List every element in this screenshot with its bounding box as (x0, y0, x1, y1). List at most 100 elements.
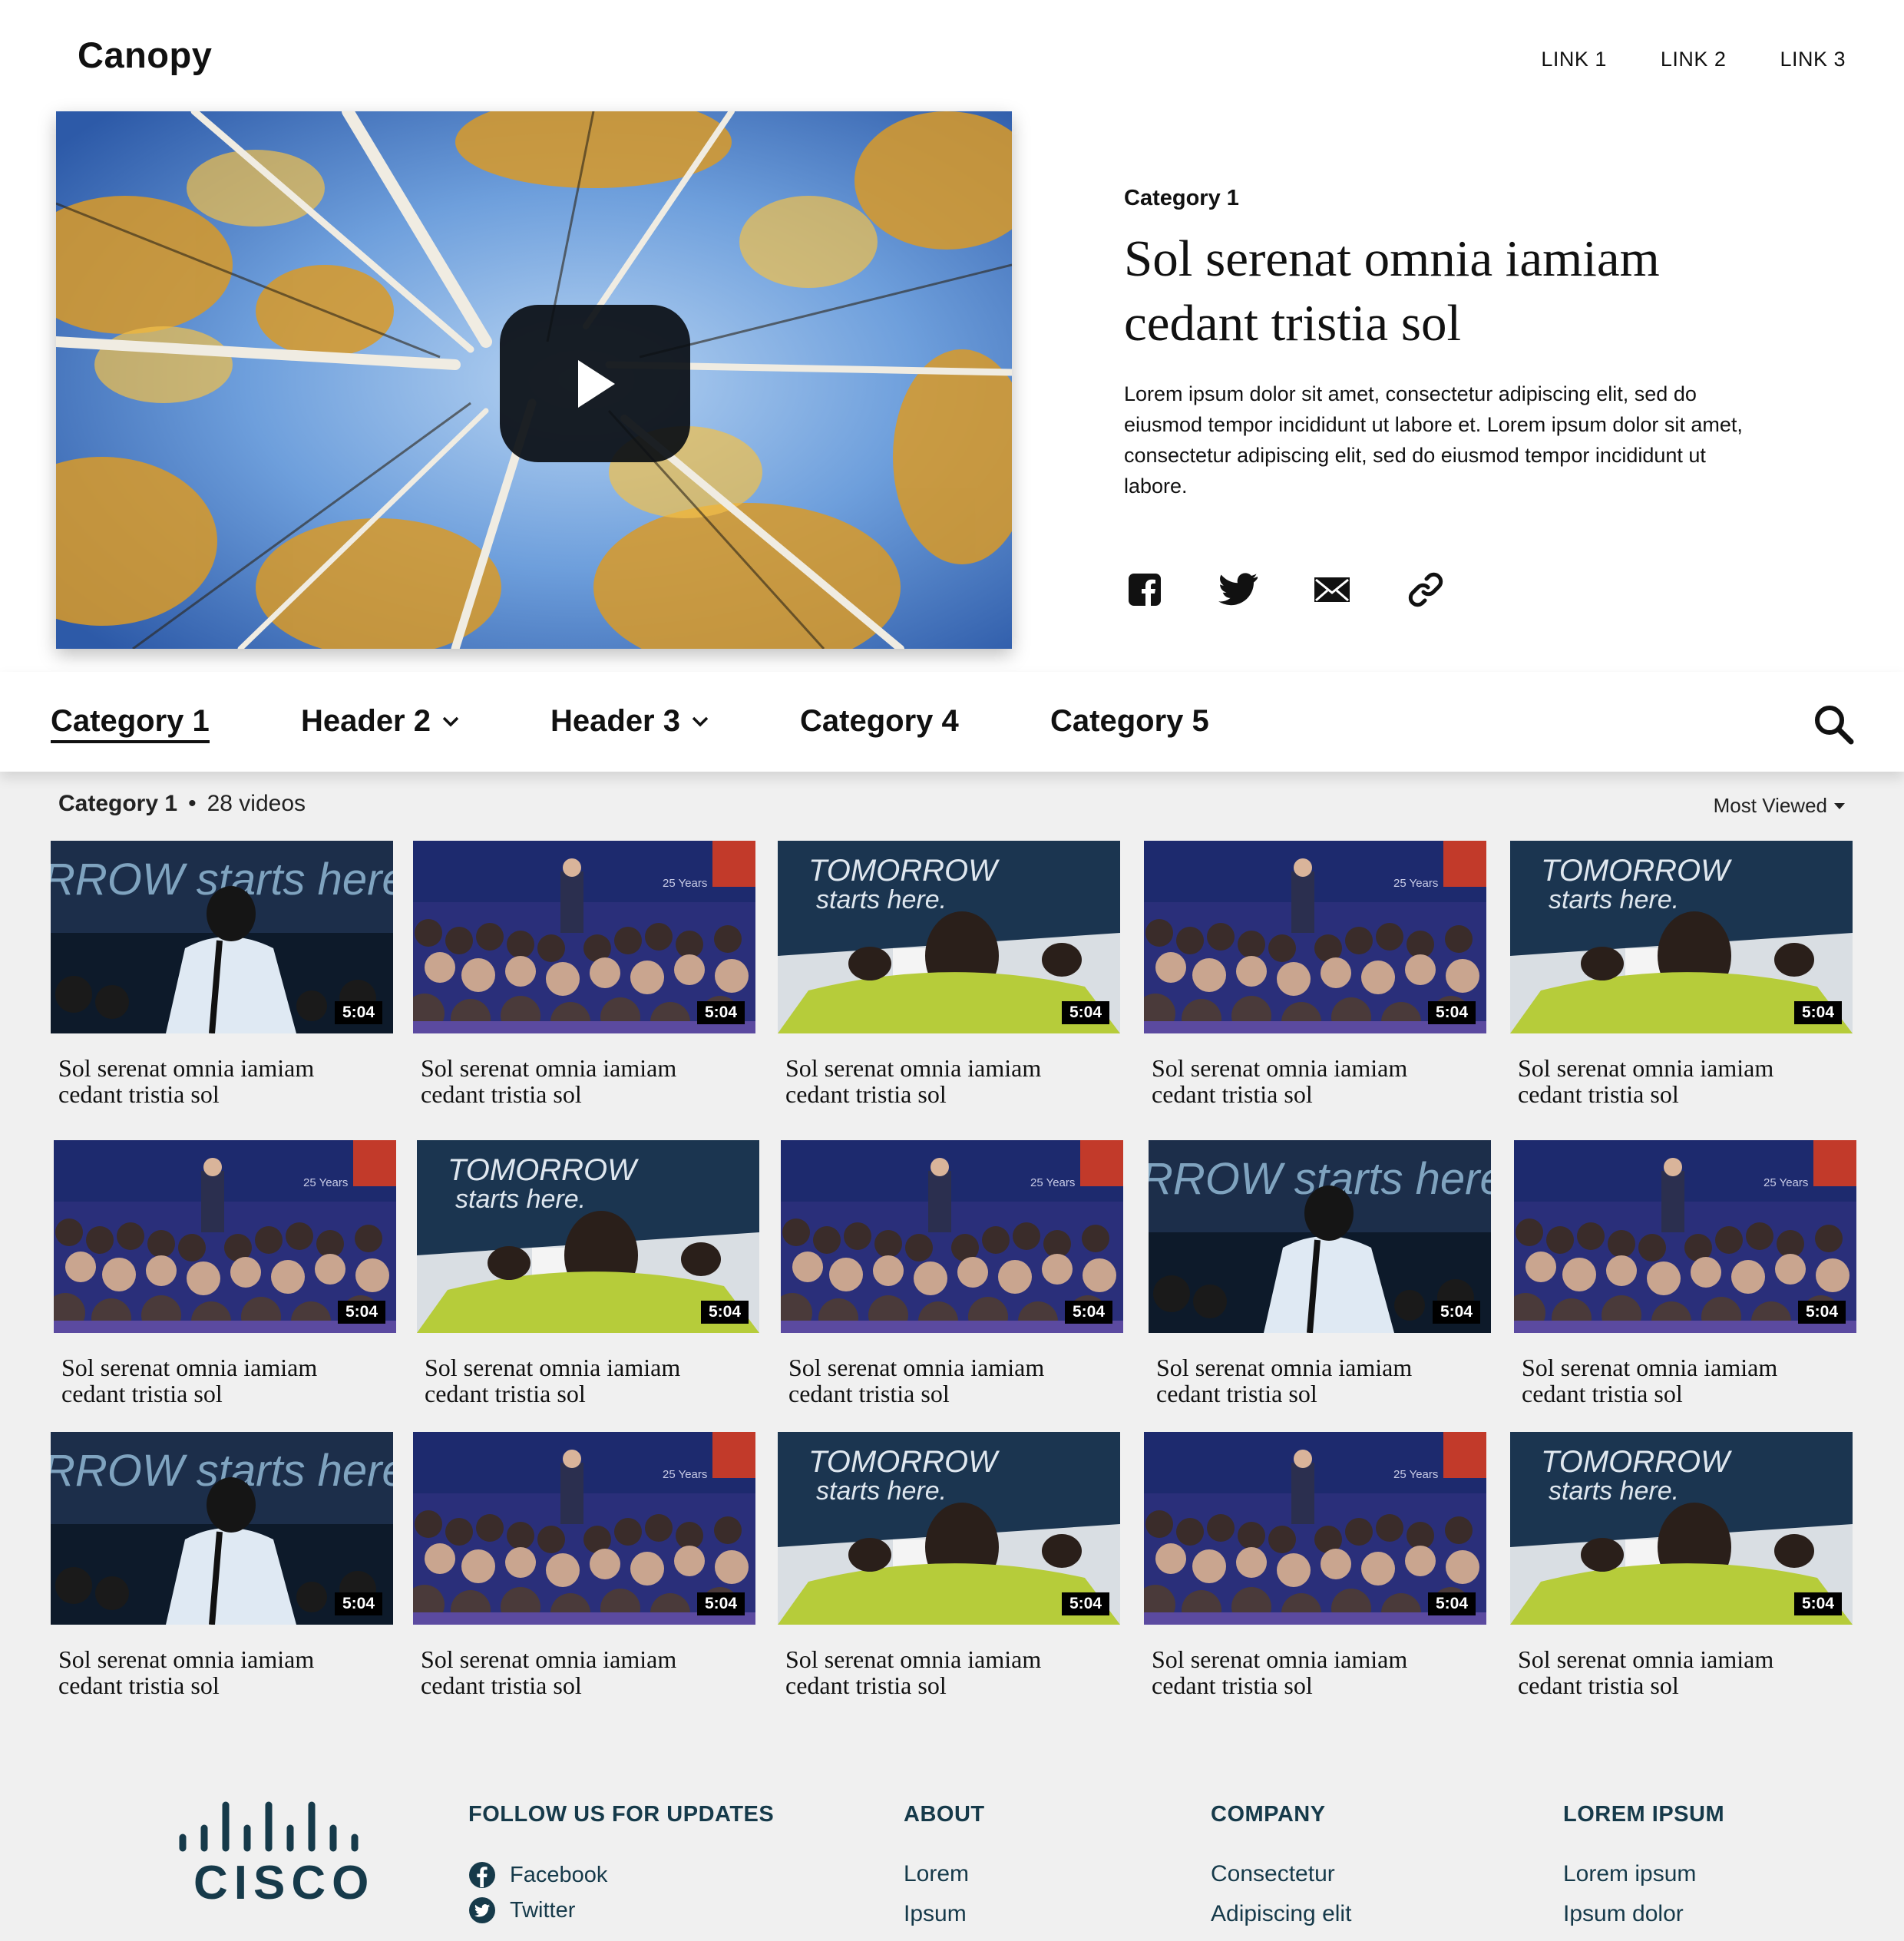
video-card[interactable]: 25 Years 5:04 Sol serenat omnia iamiam ced… (1144, 1432, 1486, 1698)
video-card[interactable]: TOMORROW starts here. 5:04 Sol serenat omni… (417, 1140, 759, 1407)
video-card[interactable]: 25 Years 5:04 Sol serenat omnia iamiam ced… (1144, 841, 1486, 1107)
video-title[interactable]: Sol serenat omnia iamiam cedant tristia … (421, 1646, 728, 1698)
link-icon[interactable] (1405, 569, 1446, 610)
hero-video-player[interactable] (56, 111, 1012, 649)
video-title[interactable]: Sol serenat omnia iamiam cedant tristia … (1152, 1646, 1459, 1698)
video-duration: 5:04 (1793, 1001, 1842, 1024)
banner-text-line1: TOMORROW (448, 1153, 639, 1187)
cisco-logo[interactable]: CISCO (177, 1800, 369, 1910)
video-thumbnail[interactable]: 25 Years 5:04 (54, 1140, 396, 1333)
anniversary-text: 25 Years (663, 877, 707, 890)
hero-category[interactable]: Category 1 (1124, 186, 1784, 211)
video-thumbnail[interactable]: 25 Years 5:04 (413, 841, 755, 1033)
category-nav: Category 1 Header 2 Header 3 Category 4 … (0, 672, 1904, 772)
video-title[interactable]: Sol serenat omnia iamiam cedant tristia … (1522, 1354, 1829, 1407)
facebook-icon[interactable] (1124, 569, 1165, 610)
video-title[interactable]: Sol serenat omnia iamiam cedant tristia … (1152, 1055, 1459, 1107)
facebook-circle-icon (469, 1862, 495, 1888)
video-title[interactable]: Sol serenat omnia iamiam cedant tristia … (788, 1354, 1096, 1407)
nav-category-4[interactable]: Category 4 (800, 704, 959, 739)
video-title[interactable]: Sol serenat omnia iamiam cedant tristia … (58, 1646, 365, 1698)
video-duration: 5:04 (696, 1592, 745, 1615)
video-title[interactable]: Sol serenat omnia iamiam cedant tristia … (1518, 1055, 1825, 1107)
footer-twitter-link[interactable]: Twitter (468, 1896, 774, 1924)
video-title[interactable]: Sol serenat omnia iamiam cedant tristia … (785, 1055, 1092, 1107)
video-card[interactable]: RROW starts here 5:04 Sol serenat omnia ia… (51, 841, 393, 1107)
video-thumbnail[interactable]: RROW starts here 5:04 (1149, 1140, 1491, 1333)
video-thumbnail[interactable]: TOMORROW starts here. 5:04 (1510, 1432, 1853, 1625)
video-thumbnail[interactable]: TOMORROW starts here. 5:04 (1510, 841, 1853, 1033)
video-card[interactable]: 25 Years 5:04 Sol serenat omnia iamiam ced… (781, 1140, 1123, 1407)
video-thumbnail[interactable]: 25 Years 5:04 (413, 1432, 755, 1625)
banner-text-line1: TOMORROW (1541, 854, 1732, 888)
footer-about-heading: ABOUT (904, 1802, 985, 1827)
banner-text-line2: starts here. (455, 1185, 586, 1214)
top-link-2[interactable]: LINK 2 (1661, 48, 1727, 71)
video-card[interactable]: 25 Years 5:04 Sol serenat omnia iamiam ced… (413, 841, 755, 1107)
video-duration: 5:04 (696, 1001, 745, 1024)
video-title[interactable]: Sol serenat omnia iamiam cedant tristia … (1518, 1646, 1825, 1698)
top-link-1[interactable]: LINK 1 (1541, 48, 1607, 71)
top-link-3[interactable]: LINK 3 (1780, 48, 1846, 71)
nav-header-2[interactable]: Header 2 (301, 704, 460, 739)
video-thumbnail[interactable]: TOMORROW starts here. 5:04 (417, 1140, 759, 1333)
video-card[interactable]: 25 Years 5:04 Sol serenat omnia iamiam ced… (413, 1432, 755, 1698)
video-card[interactable]: RROW starts here 5:04 Sol serenat omnia ia… (1149, 1140, 1491, 1407)
footer-lorem-link-2[interactable]: Ipsum dolor (1563, 1901, 1724, 1927)
play-button[interactable] (500, 305, 690, 462)
twitter-circle-icon (469, 1897, 495, 1923)
video-duration: 5:04 (1064, 1301, 1112, 1324)
video-thumbnail[interactable]: 25 Years 5:04 (1144, 1432, 1486, 1625)
video-card[interactable]: TOMORROW starts here. 5:04 Sol serenat omni… (1510, 1432, 1853, 1698)
video-card[interactable]: RROW starts here 5:04 Sol serenat omnia ia… (51, 1432, 393, 1698)
footer-company-link-2[interactable]: Adipiscing elit (1211, 1901, 1351, 1927)
video-title[interactable]: Sol serenat omnia iamiam cedant tristia … (785, 1646, 1092, 1698)
sort-dropdown[interactable]: Most Viewed (1714, 794, 1846, 818)
video-thumbnail[interactable]: TOMORROW starts here. 5:04 (778, 841, 1120, 1033)
banner-text-line2: starts here. (816, 885, 947, 914)
video-thumbnail[interactable]: RROW starts here 5:04 (51, 1432, 393, 1625)
footer-about: ABOUT Lorem Ipsum (904, 1802, 985, 1941)
video-card[interactable]: 25 Years 5:04 Sol serenat omnia iamiam ced… (1514, 1140, 1856, 1407)
nav-header-2-label: Header 2 (301, 704, 431, 738)
chevron-down-icon (442, 716, 459, 726)
video-card[interactable]: TOMORROW starts here. 5:04 Sol serenat omni… (1510, 841, 1853, 1107)
anniversary-text: 25 Years (303, 1176, 348, 1189)
anniversary-text: 25 Years (1393, 877, 1438, 890)
video-card[interactable]: 25 Years 5:04 Sol serenat omnia iamiam ced… (54, 1140, 396, 1407)
twitter-icon[interactable] (1218, 569, 1259, 610)
nav-category-1[interactable]: Category 1 (51, 704, 210, 743)
footer-company: COMPANY Consectetur Adipiscing elit (1211, 1802, 1351, 1941)
video-thumbnail[interactable]: 25 Years 5:04 (1144, 841, 1486, 1033)
top-area: Canopy LINK 1 LINK 2 LINK 3 Category 1 S… (0, 0, 1904, 672)
nav-category-4-label: Category 4 (800, 704, 959, 738)
footer-facebook-link[interactable]: Facebook (468, 1861, 774, 1889)
video-title[interactable]: Sol serenat omnia iamiam cedant tristia … (425, 1354, 732, 1407)
video-duration: 5:04 (334, 1001, 382, 1024)
video-thumbnail[interactable]: 25 Years 5:04 (1514, 1140, 1856, 1333)
video-title[interactable]: Sol serenat omnia iamiam cedant tristia … (1156, 1354, 1463, 1407)
email-icon[interactable] (1311, 569, 1353, 610)
footer-about-link-1[interactable]: Lorem (904, 1861, 985, 1887)
nav-category-5[interactable]: Category 5 (1050, 704, 1209, 739)
hero-info: Category 1 Sol serenat omnia iamiam ceda… (1124, 186, 1784, 610)
nav-header-3-label: Header 3 (550, 704, 680, 738)
footer-company-link-1[interactable]: Consectetur (1211, 1861, 1351, 1887)
search-icon[interactable] (1812, 703, 1855, 746)
hero-title: Sol serenat omnia iamiam cedant tristia … (1124, 230, 1660, 352)
share-icons (1124, 569, 1784, 610)
video-title[interactable]: Sol serenat omnia iamiam cedant tristia … (421, 1055, 728, 1107)
nav-header-3[interactable]: Header 3 (550, 704, 709, 739)
footer-lorem-link-1[interactable]: Lorem ipsum (1563, 1861, 1724, 1887)
video-title[interactable]: Sol serenat omnia iamiam cedant tristia … (61, 1354, 369, 1407)
video-title[interactable]: Sol serenat omnia iamiam cedant tristia … (58, 1055, 365, 1107)
video-thumbnail[interactable]: TOMORROW starts here. 5:04 (778, 1432, 1120, 1625)
video-card[interactable]: TOMORROW starts here. 5:04 Sol serenat omni… (778, 1432, 1120, 1698)
video-card[interactable]: TOMORROW starts here. 5:04 Sol serenat omni… (778, 841, 1120, 1107)
video-thumbnail[interactable]: RROW starts here 5:04 (51, 841, 393, 1033)
site-logo[interactable]: Canopy (78, 34, 212, 76)
video-thumbnail[interactable]: 25 Years 5:04 (781, 1140, 1123, 1333)
footer-about-link-2[interactable]: Ipsum (904, 1901, 985, 1927)
video-duration: 5:04 (1427, 1001, 1476, 1024)
top-links: LINK 1 LINK 2 LINK 3 (1541, 48, 1846, 71)
